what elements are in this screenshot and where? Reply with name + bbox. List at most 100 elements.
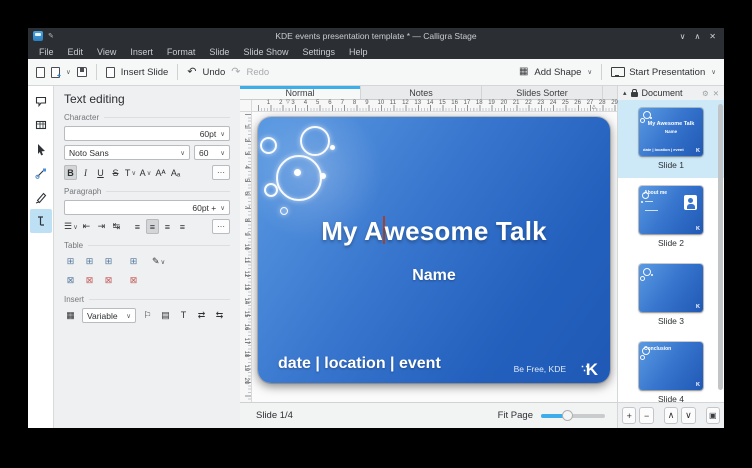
- v-ruler: 1234567891011121314151617181920: [240, 112, 252, 402]
- menu-slide[interactable]: Slide: [202, 47, 236, 57]
- slide-list-item-3[interactable]: K Slide 3: [618, 256, 724, 334]
- slide-subtitle-textbox[interactable]: Name: [258, 267, 610, 285]
- split-cells-button[interactable]: ⊠: [64, 273, 77, 288]
- collapse-icon[interactable]: ▴: [623, 89, 627, 97]
- slide-footer-textbox[interactable]: date | location | event: [278, 355, 441, 373]
- decrease-indent-button[interactable]: ⇤: [80, 219, 93, 234]
- shrink-font-button[interactable]: Aₐ: [169, 165, 182, 180]
- increase-indent-button[interactable]: ⇥: [95, 219, 108, 234]
- variable-combo[interactable]: Variable ∨: [82, 308, 136, 323]
- grow-font-button[interactable]: Aᴬ: [154, 165, 167, 180]
- maximize-button[interactable]: ∧: [694, 32, 700, 41]
- zoom-mode-label[interactable]: Fit Page: [498, 410, 533, 421]
- insert-citation-button[interactable]: ⇆: [213, 308, 226, 323]
- slide-title-textbox[interactable]: My Awesome Talk: [258, 216, 610, 247]
- insert-text-frame-button[interactable]: T: [177, 308, 190, 323]
- menu-view[interactable]: View: [90, 47, 123, 57]
- slide-list-item-4[interactable]: Conclusion K Slide 4: [618, 334, 724, 402]
- dock-settings-icon[interactable]: ⚙: [702, 89, 709, 98]
- bold-button[interactable]: B: [64, 165, 77, 180]
- add-shape-button[interactable]: ▦ Add Shape ∨: [519, 67, 592, 78]
- menu-edit[interactable]: Edit: [61, 47, 91, 57]
- chevron-down-icon: ∨: [66, 68, 71, 76]
- slide-list-item-1[interactable]: My Awesome Talk Name date | location | e…: [618, 100, 724, 178]
- presentation-screen-icon: [611, 67, 623, 78]
- paragraph-style-combo[interactable]: 60pt + ∨: [64, 200, 230, 215]
- font-size-combo[interactable]: 60 ∨: [194, 145, 230, 160]
- open-document-button[interactable]: ∨: [51, 67, 71, 78]
- ruler-number: 13: [414, 100, 421, 106]
- insert-column-button[interactable]: ⊞: [102, 254, 115, 269]
- statusbar: Slide 1/4 Fit Page: [240, 402, 617, 428]
- close-button[interactable]: ✕: [709, 32, 716, 41]
- italic-button[interactable]: I: [79, 165, 92, 180]
- align-right-button[interactable]: ≡: [161, 219, 174, 234]
- delete-column-button[interactable]: ⊠: [102, 273, 115, 288]
- new-document-icon[interactable]: [36, 67, 45, 78]
- indent-marker-left[interactable]: ▽: [286, 99, 290, 105]
- menu-format[interactable]: Format: [160, 47, 203, 57]
- menu-settings[interactable]: Settings: [295, 47, 342, 57]
- save-icon[interactable]: [77, 67, 87, 77]
- special-character-button[interactable]: ▦: [64, 308, 77, 323]
- lock-icon[interactable]: [631, 92, 638, 97]
- titlebar[interactable]: ✎ KDE events presentation template * — C…: [28, 28, 724, 44]
- remove-slide-button[interactable]: −: [639, 407, 653, 424]
- menu-slideshow[interactable]: Slide Show: [236, 47, 295, 57]
- insert-slide-button[interactable]: Insert Slide: [106, 67, 169, 78]
- insert-comment-button[interactable]: ⚐: [141, 308, 154, 323]
- insert-link-button[interactable]: ⇄: [195, 308, 208, 323]
- table-border-pen-button[interactable]: ✎ ∨: [152, 254, 165, 269]
- slide-list: My Awesome Talk Name date | location | e…: [618, 100, 724, 402]
- more-character-options-button[interactable]: ⋯: [212, 165, 230, 180]
- tab-normal[interactable]: Normal: [240, 86, 361, 99]
- tab-slides-sorter[interactable]: Slides Sorter: [482, 86, 603, 99]
- connector-tool-button[interactable]: [30, 161, 52, 185]
- merge-cells-button[interactable]: ⊞: [127, 254, 140, 269]
- dock-close-icon[interactable]: ✕: [713, 89, 719, 98]
- row-insert-icon: ⊞: [86, 257, 94, 266]
- character-section-label: Character: [64, 113, 230, 122]
- menu-file[interactable]: File: [32, 47, 61, 57]
- add-slide-button[interactable]: +: [622, 407, 636, 424]
- move-slide-down-button[interactable]: ∨: [681, 407, 695, 424]
- delete-row-button[interactable]: ⊠: [83, 273, 96, 288]
- tab-notes[interactable]: Notes: [361, 86, 482, 99]
- menu-insert[interactable]: Insert: [123, 47, 160, 57]
- slide-list-scrollbar[interactable]: [718, 104, 723, 390]
- slide-list-item-2[interactable]: About me K Slide 2: [618, 178, 724, 256]
- align-left-button[interactable]: ≡: [131, 219, 144, 234]
- style-size-combo[interactable]: 60pt ∨: [64, 126, 230, 141]
- align-center-button[interactable]: ≡: [146, 219, 159, 234]
- insert-bookmark-button[interactable]: ▤: [159, 308, 172, 323]
- font-color-button[interactable]: A ∨: [139, 165, 152, 180]
- undo-button[interactable]: ↶ Undo: [187, 67, 225, 78]
- menu-help[interactable]: Help: [342, 47, 375, 57]
- zoom-slider[interactable]: [541, 414, 605, 418]
- underline-button[interactable]: U: [94, 165, 107, 180]
- ruler-number: 12: [402, 100, 409, 106]
- insert-row-button[interactable]: ⊞: [83, 254, 96, 269]
- slide-show-button[interactable]: ▣: [706, 407, 720, 424]
- strikethrough-button[interactable]: S: [109, 165, 122, 180]
- minimize-button[interactable]: ∨: [680, 32, 686, 41]
- shape-tool-button[interactable]: [30, 89, 52, 113]
- tabstop-button[interactable]: ↹: [110, 219, 123, 234]
- freehand-tool-button[interactable]: [30, 185, 52, 209]
- align-justify-button[interactable]: ≡: [176, 219, 189, 234]
- redo-button[interactable]: ↷ Redo: [231, 67, 269, 78]
- font-family-combo[interactable]: Noto Sans ∨: [64, 145, 190, 160]
- slide-editor[interactable]: My Awesome Talk Name date | location | e…: [258, 117, 610, 383]
- delete-table-button[interactable]: ⊠: [127, 273, 140, 288]
- move-slide-up-button[interactable]: ∧: [664, 407, 678, 424]
- more-paragraph-options-button[interactable]: ⋯: [212, 219, 230, 234]
- select-tool-button[interactable]: [30, 137, 52, 161]
- start-presentation-button[interactable]: Start Presentation ∨: [611, 67, 716, 78]
- change-case-button[interactable]: T ∨: [124, 165, 137, 180]
- text-tool-button[interactable]: [30, 209, 52, 233]
- ruler-number: 18: [476, 100, 483, 106]
- list-style-button[interactable]: ☰ ∨: [64, 219, 78, 234]
- insert-table-button[interactable]: ⊞: [64, 254, 77, 269]
- table-tool-button[interactable]: [30, 113, 52, 137]
- zoom-slider-handle[interactable]: [562, 410, 573, 421]
